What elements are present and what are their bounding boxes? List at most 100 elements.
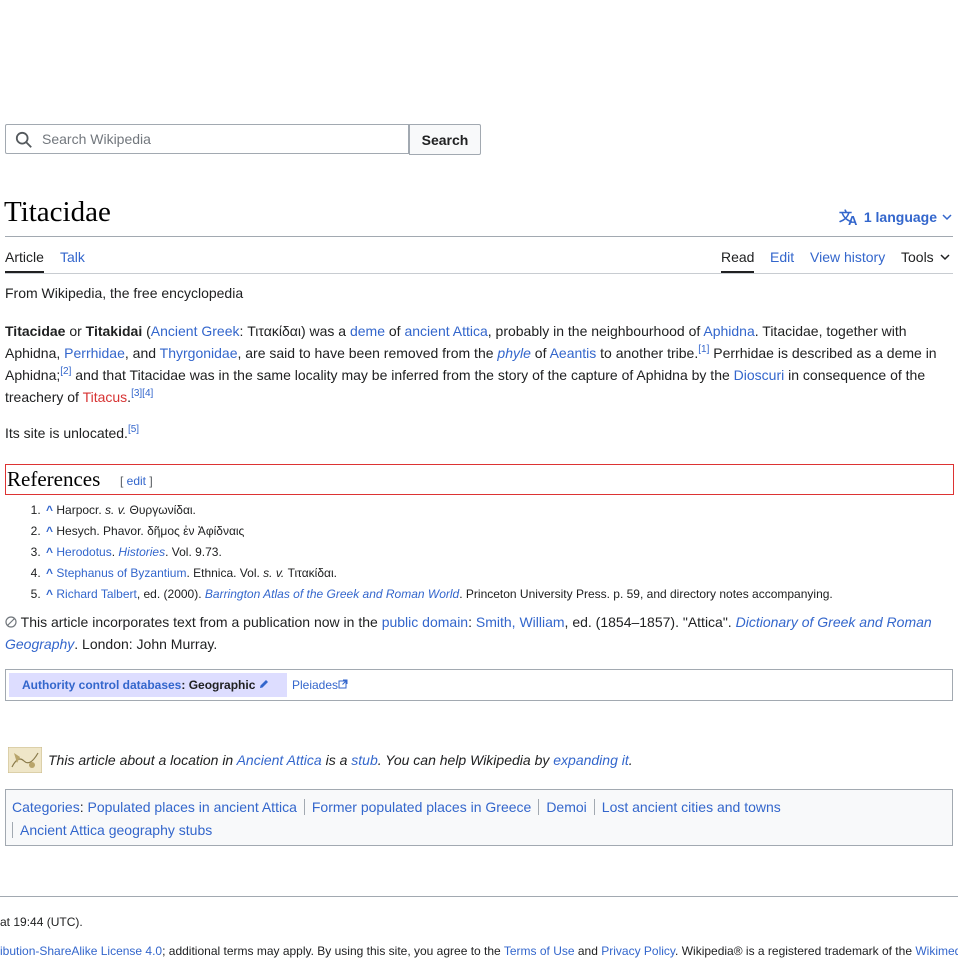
edit-section-link[interactable]: edit — [127, 474, 146, 488]
citation-3-4[interactable]: [3][4] — [131, 388, 153, 399]
category-link[interactable]: Ancient Attica geography stubs — [20, 822, 212, 838]
link-stub[interactable]: stub — [351, 752, 377, 768]
last-edited: at 19:44 (UTC). — [0, 915, 83, 929]
tab-view-history[interactable]: View history — [810, 249, 885, 265]
external-link-icon — [338, 679, 348, 689]
text: , ed. (1854–1857). "Attica". — [564, 614, 736, 630]
references-heading-box: References [ edit ] — [5, 464, 954, 495]
text: , and — [124, 345, 160, 361]
text: : Τιτακίδαι) was a — [239, 323, 350, 339]
link-smith-william[interactable]: Smith, William — [476, 614, 565, 630]
text: . Vol. 9.73. — [165, 545, 222, 559]
stub-notice: This article about a location in Ancient… — [8, 746, 633, 774]
language-button[interactable]: 文 A 1 language — [839, 208, 952, 226]
category-link[interactable]: Demoi — [546, 799, 586, 815]
chevron-down-icon — [942, 214, 952, 221]
link-categories[interactable]: Categories — [12, 799, 80, 815]
reference-item: ^ Richard Talbert, ed. (2000). Barringto… — [44, 584, 833, 605]
tab-talk[interactable]: Talk — [60, 249, 85, 265]
backlink-caret[interactable]: ^ — [46, 545, 53, 559]
pencil-icon[interactable] — [259, 679, 269, 689]
citation-1[interactable]: [1] — [698, 344, 709, 355]
link-perrhidae[interactable]: Perrhidae — [64, 345, 125, 361]
text: Θυργωνίδαι. — [126, 503, 196, 517]
text: , ed. (2000). — [136, 587, 205, 601]
link-privacy-policy[interactable]: Privacy Policy — [601, 944, 675, 958]
page-title: Titacidae — [4, 196, 111, 228]
search-icon — [15, 131, 32, 148]
link-deme[interactable]: deme — [350, 323, 385, 339]
text: . You can help Wikipedia by — [377, 752, 554, 768]
search-box[interactable] — [5, 124, 409, 154]
text: is a — [321, 752, 352, 768]
citation-5[interactable]: [5] — [128, 424, 139, 435]
link-herodotus[interactable]: Herodotus — [56, 545, 111, 559]
tagline: From Wikipedia, the free encyclopedia — [5, 285, 244, 301]
search-input[interactable] — [42, 125, 402, 153]
text: and — [574, 944, 602, 958]
citation-2[interactable]: [2] — [60, 366, 71, 377]
link-ancient-attica[interactable]: Ancient Attica — [237, 752, 322, 768]
category-link[interactable]: Lost ancient cities and towns — [602, 799, 781, 815]
link-ancient-greek[interactable]: Ancient Greek — [151, 323, 240, 339]
text: ( — [142, 323, 151, 339]
backlink-caret[interactable]: ^ — [46, 524, 53, 538]
categories-box: Categories: Populated places in ancient … — [5, 789, 953, 846]
text: . Ethnica. Vol. — [186, 566, 264, 580]
text: s. v. — [263, 566, 285, 580]
chevron-down-icon — [940, 254, 950, 261]
link-thyrgonidae[interactable]: Thyrgonidae — [160, 345, 238, 361]
lead-paragraph: Titacidae or Titakidai (Ancient Greek: Τ… — [5, 320, 950, 408]
divider — [0, 896, 958, 897]
link-expanding-it[interactable]: expanding it — [553, 752, 629, 768]
text: . Princeton University Press. p. 59, and… — [459, 587, 833, 601]
link-phyle[interactable]: phyle — [497, 345, 530, 361]
text: or — [65, 323, 86, 339]
pleiades-entry: Pleiades — [292, 673, 348, 697]
category-link[interactable]: Populated places in ancient Attica — [87, 799, 296, 815]
translate-icon: 文 A — [839, 209, 858, 226]
text: and that Titacidae was in the same local… — [71, 367, 734, 383]
link-ancient-attica[interactable]: ancient Attica — [404, 323, 487, 339]
bracket: [ — [120, 474, 127, 488]
backlink-caret[interactable]: ^ — [46, 503, 53, 517]
link-license[interactable]: ibution-ShareAlike License 4.0 — [0, 944, 162, 958]
public-domain-icon — [5, 616, 17, 628]
link-public-domain[interactable]: public domain — [382, 614, 468, 630]
link-stephanus[interactable]: Stephanus of Byzantium — [56, 566, 186, 580]
search-button[interactable]: Search — [409, 124, 481, 155]
link-histories[interactable]: Histories — [118, 545, 165, 559]
backlink-caret[interactable]: ^ — [46, 566, 53, 580]
link-pleiades[interactable]: Pleiades — [292, 678, 338, 692]
link-aphidna[interactable]: Aphidna — [703, 323, 754, 339]
link-titacus[interactable]: Titacus — [83, 389, 128, 405]
authority-label: Authority control databases: Geographic — [9, 673, 287, 697]
backlink-caret[interactable]: ^ — [46, 587, 53, 601]
link-barrington-atlas[interactable]: Barrington Atlas of the Greek and Roman … — [205, 587, 459, 601]
divider — [593, 799, 595, 815]
link-authority-control[interactable]: Authority control databases — [22, 678, 181, 692]
references-heading: References — [7, 467, 101, 491]
text: : — [468, 614, 476, 630]
category-link[interactable]: Former populated places in Greece — [312, 799, 531, 815]
tab-edit[interactable]: Edit — [770, 249, 794, 265]
bold-term: Titakidai — [85, 323, 143, 339]
tab-article[interactable]: Article — [5, 249, 44, 273]
divider — [538, 799, 540, 815]
reference-item: ^ Herodotus. Histories. Vol. 9.73. — [44, 542, 833, 563]
authority-control: Authority control databases: Geographic … — [5, 669, 953, 701]
text: Its site is unlocated. — [5, 425, 128, 441]
divider — [5, 236, 953, 237]
link-dioscuri[interactable]: Dioscuri — [734, 367, 785, 383]
reference-item: ^ Stephanus of Byzantium. Ethnica. Vol. … — [44, 563, 833, 584]
bracket: ] — [146, 474, 153, 488]
reference-item: ^ Harpocr. s. v. Θυργωνίδαι. — [44, 500, 833, 521]
tab-read[interactable]: Read — [721, 249, 755, 273]
link-wikimedia[interactable]: Wikimed — [915, 944, 958, 958]
text: . London: John Murray. — [74, 636, 218, 652]
link-richard-talbert[interactable]: Richard Talbert — [56, 587, 136, 601]
tools-menu[interactable]: Tools — [901, 249, 950, 265]
link-terms-of-use[interactable]: Terms of Use — [504, 944, 575, 958]
link-aeantis[interactable]: Aeantis — [550, 345, 597, 361]
text: ; additional terms may apply. By using t… — [162, 944, 504, 958]
